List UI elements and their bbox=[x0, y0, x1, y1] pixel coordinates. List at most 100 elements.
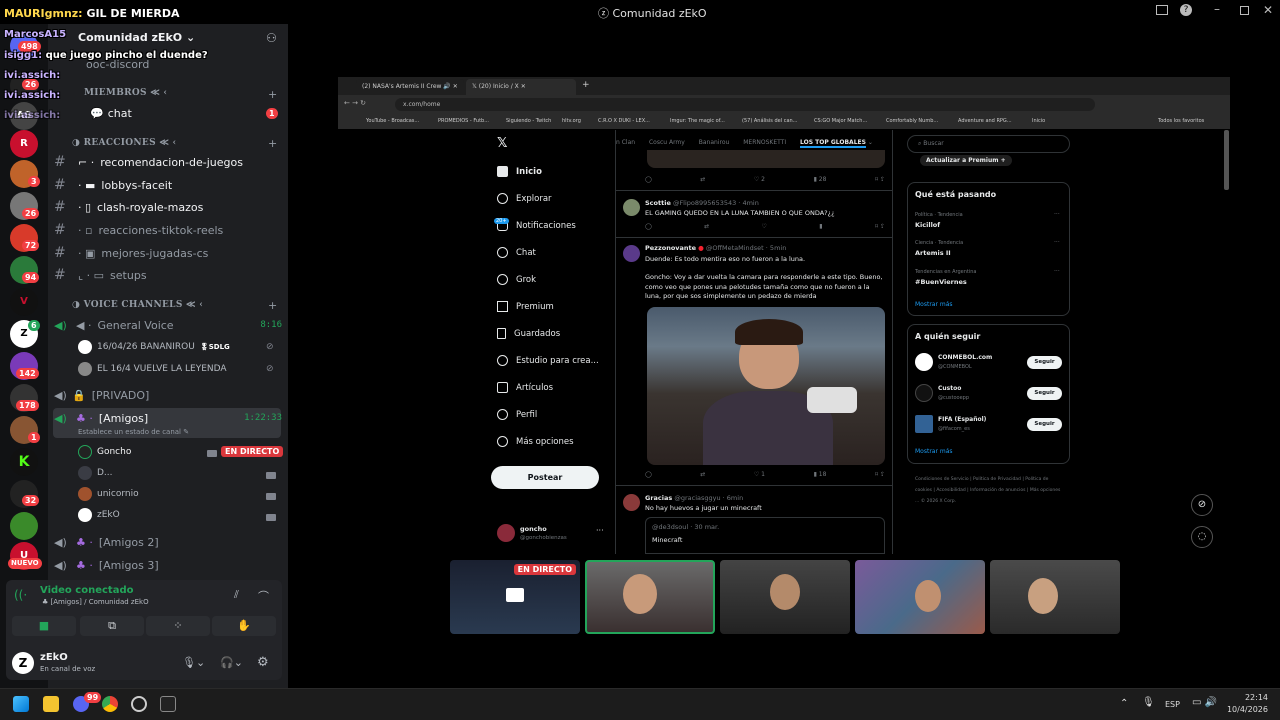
bookmark[interactable]: YouTube - Broadcas... bbox=[366, 118, 419, 124]
channel-setups[interactable]: # ⌞ · ▭ setups bbox=[54, 265, 282, 285]
bookmark[interactable]: C.R.O X DUKI - LEX... bbox=[598, 118, 650, 124]
category-reacciones[interactable]: ◑ REACCIONES ≪ ‹ bbox=[72, 138, 176, 148]
previous-tweet-media[interactable] bbox=[647, 150, 885, 168]
nav-profile[interactable]: Perfil bbox=[497, 409, 537, 420]
add-channel-icon[interactable]: + bbox=[268, 88, 277, 101]
kick-icon[interactable]: K bbox=[10, 448, 38, 476]
mic-tray-icon[interactable]: 🎙 bbox=[1142, 697, 1155, 708]
voice-channel-amigos3[interactable]: ◀) ♣ · [Amigos 3] bbox=[54, 555, 282, 575]
nav-grok[interactable]: Grok bbox=[497, 274, 536, 285]
bookmark[interactable]: Adventure and RPG... bbox=[958, 118, 1012, 124]
follow-name[interactable]: CONMEBOL.com bbox=[938, 354, 992, 361]
retweet-icon[interactable]: ⇄ bbox=[700, 176, 705, 183]
close-icon[interactable]: ✕ bbox=[1263, 3, 1273, 17]
nav-home[interactable]: Inicio bbox=[497, 166, 542, 177]
add-member-icon[interactable]: ⚇ bbox=[266, 31, 277, 45]
voice-user[interactable]: unicornio bbox=[78, 487, 139, 501]
tweet-author[interactable]: Scottie bbox=[645, 199, 671, 207]
bookmark[interactable]: Comfortably Numb... bbox=[886, 118, 938, 124]
clock-date[interactable]: 10/4/2026 bbox=[1224, 705, 1268, 714]
language-indicator[interactable]: ESP bbox=[1165, 700, 1180, 709]
channel-recomendacion[interactable]: # ⌐ · recomendacion-de-juegos bbox=[54, 152, 282, 172]
follow-name[interactable]: Custoo bbox=[938, 385, 961, 392]
signal-icon[interactable]: ((· bbox=[14, 588, 27, 602]
trend-menu-icon[interactable]: ··· bbox=[1054, 268, 1060, 275]
voice-user[interactable]: D... bbox=[78, 466, 113, 480]
bookmark[interactable]: Siguiendo - Twitch bbox=[506, 118, 551, 124]
microphone-icon[interactable]: 🎙⌄ bbox=[182, 656, 205, 669]
nav-more[interactable]: Más opciones bbox=[497, 436, 574, 447]
category-voice[interactable]: ◑ VOICE CHANNELS ≪ ‹ bbox=[72, 300, 203, 310]
voice-user[interactable]: EL 16/4 VUELVE LA LEYENDA bbox=[78, 362, 227, 376]
nav-notifications[interactable]: Notificaciones bbox=[497, 220, 576, 231]
new-tab-icon[interactable]: + bbox=[582, 80, 590, 90]
quoted-tweet[interactable]: @de3dsoul · 30 mar. Minecraft bbox=[645, 517, 885, 554]
views-icon[interactable]: ▮ 18 bbox=[814, 471, 827, 478]
inbox-icon[interactable] bbox=[1156, 5, 1168, 15]
server-icon[interactable]: V bbox=[10, 288, 38, 316]
network-icon[interactable]: ▭ 🔊 bbox=[1192, 697, 1217, 708]
browser-tab-active[interactable]: 𝕏 (20) Inicio / X ✕ bbox=[466, 79, 576, 95]
follow-avatar[interactable] bbox=[915, 415, 933, 433]
participant-tile-screen[interactable]: EN DIRECTO bbox=[450, 560, 580, 634]
start-icon[interactable] bbox=[13, 696, 29, 712]
reply-icon[interactable]: ◯ bbox=[645, 176, 652, 183]
add-channel-icon[interactable]: + bbox=[268, 299, 277, 312]
headphones-icon[interactable]: 🎧⌄ bbox=[220, 656, 243, 669]
retweet-icon[interactable]: ⇄ bbox=[700, 471, 705, 478]
epic-games-icon[interactable] bbox=[160, 696, 176, 712]
tray-chevron-icon[interactable]: ⌃ bbox=[1120, 698, 1128, 709]
reply-icon[interactable]: ◯ bbox=[645, 223, 652, 230]
server-icon[interactable] bbox=[10, 512, 38, 540]
tweet-avatar[interactable] bbox=[623, 494, 640, 511]
channel-status[interactable]: Establece un estado de canal ✎ bbox=[78, 428, 189, 436]
trend-name[interactable]: Kicillof bbox=[915, 221, 940, 229]
voice-user[interactable]: 16/04/26 BANANIROU 🎖SDLG bbox=[78, 340, 230, 354]
follow-avatar[interactable] bbox=[915, 384, 933, 402]
bookmark-icon[interactable]: ⌑ ⇪ bbox=[875, 223, 885, 230]
nav-chat[interactable]: Chat bbox=[497, 247, 536, 258]
follow-name[interactable]: FIFA (Español) bbox=[938, 416, 986, 423]
views-icon[interactable]: ▮ bbox=[819, 223, 822, 230]
chrome-icon[interactable] bbox=[102, 696, 118, 712]
noise-suppression-icon[interactable]: ⫽ bbox=[234, 588, 239, 602]
voice-channel-amigos2[interactable]: ◀) ♣ · [Amigos 2] bbox=[54, 532, 282, 552]
server-icon[interactable]: R bbox=[10, 130, 38, 158]
clock-time[interactable]: 22:14 bbox=[1238, 693, 1268, 702]
like-icon[interactable]: ♡ 1 bbox=[754, 471, 765, 478]
file-explorer-icon[interactable] bbox=[43, 696, 59, 712]
url-field[interactable]: x.com/home bbox=[395, 98, 1095, 111]
trend-menu-icon[interactable]: ··· bbox=[1054, 239, 1060, 246]
like-icon[interactable]: ♡ 2 bbox=[754, 176, 765, 183]
nav-creator-studio[interactable]: Estudio para crea... bbox=[497, 355, 599, 366]
voice-channel-general[interactable]: ◀) ◀ · General Voice 8:16 bbox=[54, 315, 282, 335]
voice-user[interactable]: zEkO bbox=[78, 508, 120, 522]
add-channel-icon[interactable]: + bbox=[268, 137, 277, 150]
profile-menu-icon[interactable]: ··· bbox=[596, 526, 604, 535]
views-icon[interactable]: ▮ 28 bbox=[814, 176, 827, 183]
participant-tile[interactable] bbox=[720, 560, 850, 634]
messages-float-icon[interactable]: ◌ bbox=[1191, 526, 1213, 548]
channel-mejores-jugadas[interactable]: # · ▣ mejores-jugadas-cs bbox=[54, 243, 282, 263]
app-icon[interactable] bbox=[131, 696, 147, 712]
bookmark[interactable]: hltv.org bbox=[562, 118, 581, 124]
bookmark[interactable]: PROMEDIOS - Futb... bbox=[438, 118, 489, 124]
participant-tile[interactable] bbox=[855, 560, 985, 634]
follow-button[interactable]: Seguir bbox=[1027, 356, 1062, 369]
bookmark[interactable]: Inicio bbox=[1032, 118, 1045, 124]
channel-ooc[interactable]: ooc-discord bbox=[86, 54, 314, 74]
channel-lobbys[interactable]: # · ▬ lobbys-faceit bbox=[54, 175, 282, 195]
feed-tab[interactable]: Coscu Army bbox=[649, 139, 685, 146]
participant-tile-speaking[interactable] bbox=[585, 560, 715, 634]
tweet-avatar[interactable] bbox=[623, 199, 640, 216]
bookmark-icon[interactable]: ⌑ ⇪ bbox=[875, 176, 885, 183]
footer-links[interactable]: Condiciones de Servicio | Política de Pr… bbox=[915, 474, 1065, 507]
category-miembros[interactable]: MIEMBROS ≪ ‹ bbox=[84, 88, 167, 98]
tweet-photo[interactable] bbox=[647, 307, 885, 465]
voice-channel-link[interactable]: ♣ [Amigos] / Comunidad zEkO bbox=[42, 598, 149, 606]
tweet-author[interactable]: Pezzonovante bbox=[645, 244, 696, 252]
bookmark[interactable]: (57) Análisis del can... bbox=[742, 118, 797, 124]
screen-share-button[interactable]: ⧉ bbox=[80, 616, 144, 636]
follow-button[interactable]: Seguir bbox=[1027, 418, 1062, 431]
voice-channel-amigos[interactable]: ◀) ♣ · [Amigos] 1:22:33 bbox=[54, 408, 282, 428]
